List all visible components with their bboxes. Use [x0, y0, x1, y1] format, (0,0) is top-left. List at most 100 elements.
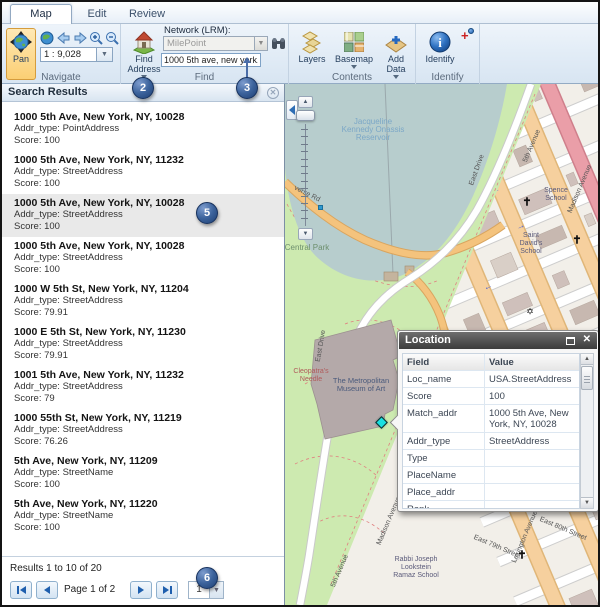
slider-tick	[301, 210, 308, 211]
result-item[interactable]: 5th Ave, New York, NY, 11209 Addr_type: …	[2, 452, 284, 495]
result-item[interactable]: 1000 E 5th St, New York, NY, 11230 Addr_…	[2, 323, 284, 366]
slider-tick	[301, 203, 308, 204]
ribbon-tabbar: Map Edit Review	[2, 2, 598, 24]
app-window: Map Edit Review Pan	[0, 0, 600, 607]
map-view[interactable]: →→→→←→→←→←→→←→ Jacqueline Kenne	[285, 84, 598, 605]
popup-titlebar[interactable]: Location ✕	[399, 332, 597, 349]
layers-label: Layers	[298, 54, 325, 64]
slider-tick	[301, 181, 308, 182]
zoom-slider-down-button[interactable]: ▼	[298, 228, 313, 240]
slider-tick	[301, 129, 308, 130]
result-addr-type: Addr_type: StreetName	[14, 510, 272, 522]
result-score: Score: 100	[14, 522, 272, 534]
zoom-out-icon[interactable]	[105, 31, 119, 45]
scale-input[interactable]: 1 : 9,028	[40, 47, 97, 62]
group-contents: Layers Basemap	[289, 24, 416, 84]
network-lrm-combo[interactable]: MilePoint	[163, 36, 255, 51]
find-address-icon	[132, 30, 156, 54]
callout-3: 3	[236, 77, 258, 99]
column-header-field: Field	[403, 354, 485, 370]
table-row: Match_addr 1000 5th Ave, New York, NY, 1…	[403, 405, 579, 433]
column-header-value: Value	[485, 354, 579, 370]
slider-tick	[301, 159, 308, 160]
identify-pointer-icon[interactable]: +	[460, 29, 474, 43]
scroll-thumb[interactable]	[581, 366, 593, 390]
value-cell: 1000 5th Ave, New York, NY, 10028	[485, 405, 579, 432]
result-addr-type: Addr_type: StreetAddress	[14, 338, 272, 350]
result-addr-type: Addr_type: StreetAddress	[14, 381, 272, 393]
result-addr-type: Addr_type: StreetAddress	[14, 166, 272, 178]
result-item[interactable]: 1000 55th St, New York, NY, 11219 Addr_t…	[2, 409, 284, 452]
result-item[interactable]: 5th Ave, New York, NY, 11220 Addr_type: …	[2, 495, 284, 538]
value-cell	[485, 467, 579, 483]
result-addr-type: Addr_type: StreetName	[14, 467, 272, 479]
last-page-button[interactable]	[156, 581, 178, 599]
group-navigate: Pan 1 : 9,028 ▼ Navigate	[2, 24, 121, 84]
value-cell	[485, 484, 579, 500]
pagination-bar: Results 1 to 10 of 20 Page 1 of 2 1 ▼	[2, 556, 284, 605]
zoom-slider-up-button[interactable]: ▲	[298, 96, 313, 108]
field-cell: Type	[403, 450, 485, 466]
result-address: 1000 5th Ave, New York, NY, 11232	[14, 154, 272, 166]
panel-close-icon[interactable]: ✕	[267, 87, 279, 99]
slider-tick	[301, 166, 308, 167]
result-item[interactable]: 1000 W 5th St, New York, NY, 11204 Addr_…	[2, 280, 284, 323]
result-address: 1000 W 5th St, New York, NY, 11204	[14, 283, 272, 295]
forward-extent-icon[interactable]	[73, 31, 87, 45]
group-label-identify: Identify	[416, 72, 479, 83]
callout-2: 2	[132, 77, 154, 99]
result-address: 1000 55th St, New York, NY, 11219	[14, 412, 272, 424]
back-extent-icon[interactable]	[57, 31, 71, 45]
result-address: 5th Ave, New York, NY, 11209	[14, 455, 272, 467]
result-addr-type: Addr_type: PointAddress	[14, 123, 272, 135]
first-page-button[interactable]	[10, 581, 32, 599]
result-score: Score: 79.91	[14, 307, 272, 319]
binoculars-icon[interactable]	[271, 37, 286, 55]
result-score: Score: 79.91	[14, 350, 272, 362]
popup-scrollbar[interactable]: ▲ ▼	[580, 353, 594, 509]
field-cell: PlaceName	[403, 467, 485, 483]
result-address: 1000 5th Ave, New York, NY, 10028	[14, 197, 272, 209]
search-results-panel: Search Results ✕ 1000 5th Ave, New York,…	[2, 84, 285, 605]
network-lrm-dropdown-button[interactable]: ▼	[255, 36, 268, 51]
zoom-in-icon[interactable]	[89, 31, 103, 45]
value-cell: StreetAddress	[485, 433, 579, 449]
value-cell	[485, 501, 579, 509]
field-cell: Place_addr	[403, 484, 485, 500]
field-cell: Match_addr	[403, 405, 485, 432]
scroll-up-icon[interactable]: ▲	[581, 354, 593, 365]
add-data-icon	[384, 30, 408, 54]
field-cell: Rank	[403, 501, 485, 509]
popup-maximize-icon[interactable]	[566, 337, 575, 345]
previous-page-button[interactable]	[36, 581, 58, 599]
zoom-level-marker	[318, 205, 323, 210]
result-item[interactable]: 1000 5th Ave, New York, NY, 10028 Addr_t…	[2, 237, 284, 280]
group-label-navigate: Navigate	[2, 72, 120, 83]
result-address: 1000 5th Ave, New York, NY, 10028	[14, 111, 272, 123]
result-score: Score: 100	[14, 221, 272, 233]
callout-3-arrowhead	[243, 57, 251, 63]
popup-close-icon[interactable]: ✕	[583, 334, 591, 345]
tab-edit[interactable]: Edit	[74, 4, 120, 24]
table-row: Addr_type StreetAddress	[403, 433, 579, 450]
zoom-slider-thumb[interactable]	[296, 110, 315, 121]
table-row: Rank	[403, 501, 579, 509]
result-item[interactable]: 1000 5th Ave, New York, NY, 10028 Addr_t…	[2, 108, 284, 151]
scale-dropdown-button[interactable]: ▼	[97, 47, 113, 62]
basemap-icon	[344, 30, 364, 54]
full-extent-icon[interactable]	[40, 31, 54, 45]
location-popup: Location ✕ Field Value Loc_name USA.Stre…	[397, 330, 598, 512]
table-header-row: Field Value	[403, 354, 579, 371]
result-item[interactable]: 1001 5th Ave, New York, NY, 11232 Addr_t…	[2, 366, 284, 409]
ribbon: Map Edit Review Pan	[2, 2, 598, 84]
result-score: Score: 100	[14, 135, 272, 147]
callout-6: 6	[196, 567, 218, 589]
tab-review[interactable]: Review	[122, 4, 172, 24]
result-item-selected[interactable]: 1000 5th Ave, New York, NY, 10028 Addr_t…	[2, 194, 284, 237]
tab-map[interactable]: Map	[10, 4, 72, 24]
slider-tick	[301, 218, 308, 219]
result-score: Score: 76.26	[14, 436, 272, 448]
scroll-down-icon[interactable]: ▼	[581, 497, 593, 508]
result-item[interactable]: 1000 5th Ave, New York, NY, 11232 Addr_t…	[2, 151, 284, 194]
next-page-button[interactable]	[130, 581, 152, 599]
